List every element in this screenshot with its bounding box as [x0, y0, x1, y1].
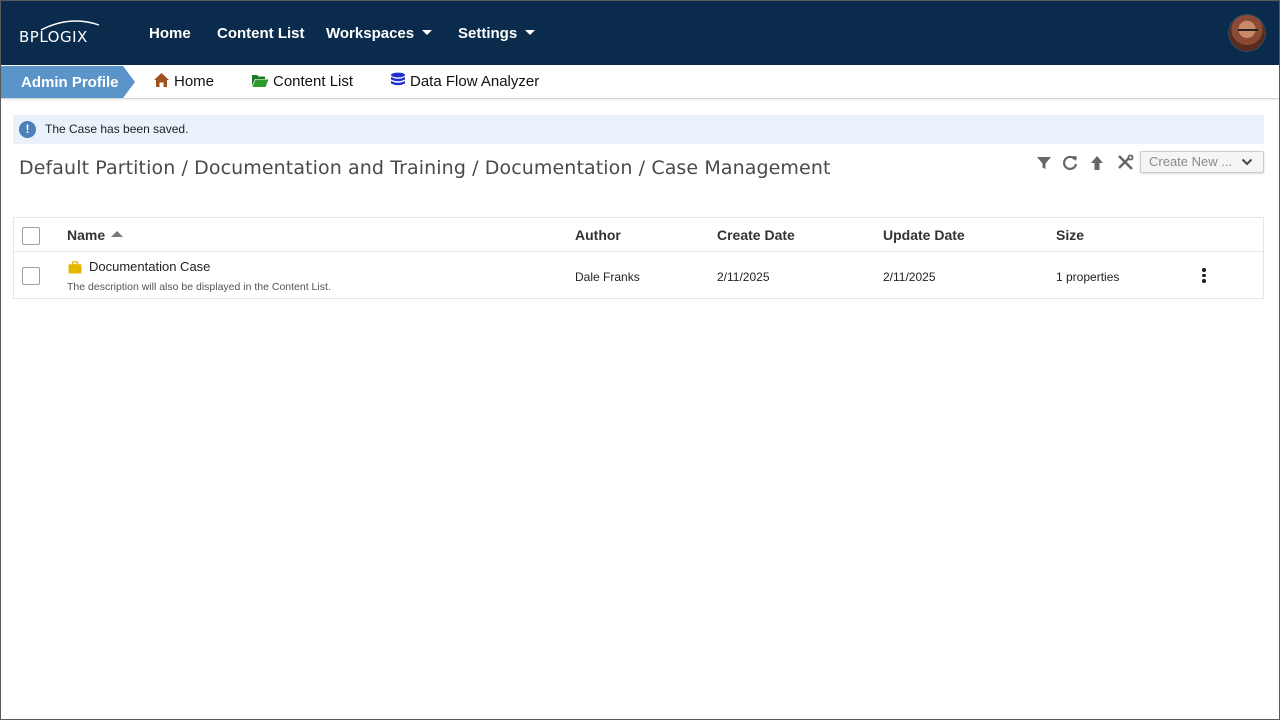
row-actions-kebab-icon[interactable] [1198, 268, 1210, 284]
nav-workspaces-label: Workspaces [326, 25, 415, 42]
breadcrumb-home[interactable]: Home [153, 65, 214, 99]
content-table: Name Author Create Date Update Date Size… [13, 217, 1264, 299]
user-avatar[interactable] [1228, 14, 1266, 52]
caret-down-icon [525, 29, 536, 35]
caret-down-icon [422, 29, 433, 35]
alert-text: The Case has been saved. [45, 122, 189, 136]
nav-workspaces[interactable]: Workspaces [326, 1, 433, 65]
select-all-checkbox[interactable] [22, 227, 40, 245]
nav-content-list[interactable]: Content List [217, 1, 305, 65]
column-header-size[interactable]: Size [1056, 227, 1084, 243]
filter-icon[interactable] [1034, 153, 1054, 173]
table-row: Documentation Case The description will … [14, 252, 1263, 299]
column-header-name-label: Name [67, 227, 106, 243]
up-arrow-icon[interactable] [1087, 153, 1107, 173]
breadcrumb-home-label: Home [174, 73, 215, 90]
nav-settings-label: Settings [458, 25, 518, 42]
tools-icon[interactable] [1115, 153, 1135, 173]
chevron-down-icon [1241, 158, 1253, 166]
home-icon [154, 73, 169, 88]
breadcrumb-content-list-label: Content List [273, 73, 354, 90]
create-new-dropdown[interactable]: Create New ... [1140, 151, 1264, 173]
breadcrumb-data-flow-analyzer-label: Data Flow Analyzer [410, 73, 540, 90]
create-new-label: Create New ... [1149, 154, 1233, 169]
row-name-link[interactable]: Documentation Case [89, 259, 210, 274]
nav-settings[interactable]: Settings [458, 1, 536, 65]
column-header-create-date[interactable]: Create Date [717, 227, 795, 243]
save-confirmation-alert: ! The Case has been saved. [13, 115, 1264, 144]
admin-profile-tab[interactable]: Admin Profile [1, 66, 135, 98]
bplogix-logo[interactable]: BPLOGIX [19, 19, 105, 47]
row-description: The description will also be displayed i… [67, 281, 331, 293]
row-size: 1 properties [1056, 270, 1120, 284]
row-select-checkbox[interactable] [22, 267, 40, 285]
breadcrumb-data-flow-analyzer[interactable]: Data Flow Analyzer [390, 65, 539, 99]
info-exclamation-icon: ! [19, 121, 36, 138]
nav-content-list-label: Content List [217, 25, 305, 42]
briefcase-icon [68, 261, 82, 274]
column-header-author[interactable]: Author [575, 227, 621, 243]
table-header-row: Name Author Create Date Update Date Size [14, 218, 1263, 252]
logo-text: BPLOGIX [19, 28, 88, 46]
refresh-icon[interactable] [1060, 153, 1080, 173]
column-header-name[interactable]: Name [67, 227, 124, 243]
row-author: Dale Franks [575, 270, 640, 284]
breadcrumb-bar: Admin Profile Home Content List Data Flo… [1, 65, 1279, 99]
admin-profile-label: Admin Profile [21, 74, 119, 91]
breadcrumb-content-list[interactable]: Content List [251, 65, 353, 99]
row-update-date: 2/11/2025 [883, 270, 936, 284]
nav-home-label: Home [149, 25, 191, 42]
nav-home[interactable]: Home [149, 1, 191, 65]
folder-path-title: Default Partition / Documentation and Tr… [19, 157, 831, 179]
top-navigation-bar: BPLOGIX Home Content List Workspaces Set… [1, 1, 1279, 65]
sort-ascending-icon [111, 231, 124, 238]
column-header-update-date[interactable]: Update Date [883, 227, 965, 243]
folder-open-icon [252, 74, 269, 87]
row-create-date: 2/11/2025 [717, 270, 770, 284]
database-icon [391, 72, 405, 86]
avatar-glasses [1238, 29, 1258, 34]
